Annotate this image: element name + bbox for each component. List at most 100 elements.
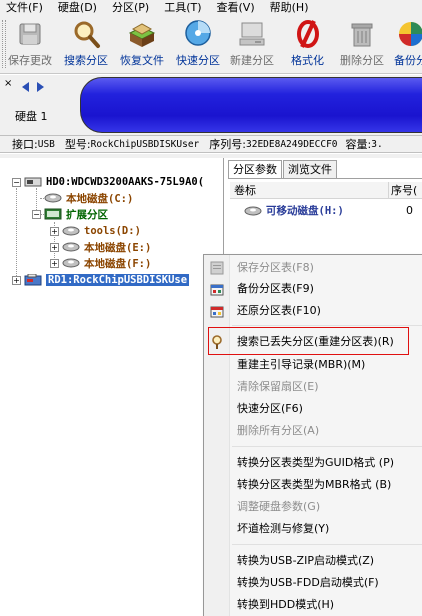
- quick-partition-button[interactable]: 快速分区: [176, 19, 220, 71]
- menu-tools[interactable]: 工具(T): [158, 0, 210, 16]
- menu-view[interactable]: 查看(V): [211, 0, 264, 16]
- disk-partition-bar[interactable]: [80, 77, 422, 133]
- column-volume-label[interactable]: 卷标: [234, 182, 256, 199]
- new-partition-label: 新建分区: [230, 54, 274, 67]
- menu-item-delete-all-partitions[interactable]: 删除所有分区(A): [204, 420, 422, 442]
- menu-item-hdd-mode[interactable]: 转换到HDD模式(H): [204, 594, 422, 616]
- save-icon: [15, 19, 45, 49]
- format-icon: [293, 19, 323, 49]
- menu-item-label: 转换到HDD模式(H): [237, 598, 335, 611]
- tab-partition-params[interactable]: 分区参数: [228, 160, 282, 178]
- tree-item-hd0[interactable]: HD0:WDCWD3200AAKS-75L9A0(: [24, 174, 204, 190]
- menu-item-label: 转换为USB-ZIP启动模式(Z): [237, 554, 375, 567]
- disk-strip: × 硬盘 1: [0, 75, 422, 135]
- save-table-icon: [210, 261, 224, 275]
- menu-disk[interactable]: 硬盘(D): [52, 0, 106, 16]
- context-menu: 保存分区表(F8) 备份分区表(F9) 还原分区表(F10) 搜索已丢失分区(重…: [203, 254, 422, 616]
- menu-item-label: 删除所有分区(A): [237, 424, 320, 437]
- tree-expander[interactable]: +: [50, 227, 59, 236]
- menu-item-label: 转换分区表类型为GUID格式 (P): [237, 456, 395, 469]
- tree-expander[interactable]: +: [50, 243, 59, 252]
- menu-item-label: 清除保留扇区(E): [237, 380, 319, 393]
- backup-button[interactable]: 备份分: [394, 19, 422, 71]
- menu-item-label: 还原分区表(F10): [237, 304, 321, 317]
- menu-item-label: 坏道检测与修复(Y): [237, 522, 330, 535]
- partition-icon: [62, 258, 80, 268]
- menu-partition[interactable]: 分区(P): [106, 0, 158, 16]
- quick-partition-icon: [183, 19, 213, 49]
- tab-divider: [228, 178, 422, 179]
- save-changes-button[interactable]: 保存更改: [8, 19, 52, 71]
- tree-label-local-f: 本地磁盘(F:): [84, 257, 152, 270]
- menu-item-label: 快速分区(F6): [237, 402, 303, 415]
- menu-item-label: 备份分区表(F9): [237, 282, 314, 295]
- new-partition-icon: [237, 19, 267, 49]
- recover-files-button[interactable]: 恢复文件: [120, 19, 164, 71]
- partition-icon: [62, 226, 80, 236]
- tree-item-rd1[interactable]: RD1:RockChipUSBDISKUse: [24, 272, 190, 288]
- partition-seq: 0: [406, 204, 413, 217]
- menu-item-usb-fdd-mode[interactable]: 转换为USB-FDD启动模式(F): [204, 572, 422, 594]
- new-partition-button[interactable]: 新建分区: [230, 19, 274, 71]
- menu-item-convert-guid[interactable]: 转换分区表类型为GUID格式 (P): [204, 452, 422, 474]
- disk-tree-pane: − HD0:WDCWD3200AAKS-75L9A0( 本地磁盘(C:) − 扩…: [0, 158, 224, 616]
- column-sequence[interactable]: 序号(: [388, 182, 417, 199]
- menu-item-label: 调整硬盘参数(G): [237, 500, 321, 513]
- tree-item-local-f[interactable]: 本地磁盘(F:): [62, 255, 151, 271]
- menu-item-backup-partition-table[interactable]: 备份分区表(F9): [204, 278, 422, 300]
- tree-item-local-e[interactable]: 本地磁盘(E:): [62, 239, 151, 255]
- partition-icon: [244, 206, 262, 216]
- disk-nav-arrows: [22, 82, 44, 92]
- tree-expander[interactable]: −: [12, 178, 21, 187]
- menu-item-save-partition-table[interactable]: 保存分区表(F8): [204, 257, 422, 279]
- capacity-label: 容量:: [345, 138, 372, 151]
- arrow-left-icon[interactable]: [22, 82, 30, 92]
- format-label: 格式化: [291, 54, 324, 67]
- toolbar-grip: [2, 20, 6, 68]
- tree-label-hd0: HD0:WDCWD3200AAKS-75L9A0(: [46, 176, 205, 188]
- tree-item-extended[interactable]: 扩展分区: [44, 206, 108, 222]
- tree-label-tools-d: tools(D:): [84, 225, 141, 237]
- menu-item-rebuild-mbr[interactable]: 重建主引导记录(MBR)(M): [204, 354, 422, 376]
- serial-value: 32EDE8A249DECCF0: [246, 138, 338, 150]
- disk-info-line: 接口: USB 型号: RockChipUSBDISKUser 序列号: 32E…: [0, 135, 422, 153]
- menu-item-clear-reserved-sectors[interactable]: 清除保留扇区(E): [204, 376, 422, 398]
- menu-help[interactable]: 帮助(H): [264, 0, 318, 16]
- search-partition-label: 搜索分区: [64, 54, 108, 67]
- menu-item-label: 重建主引导记录(MBR)(M): [237, 358, 366, 371]
- menu-item-convert-mbr[interactable]: 转换分区表类型为MBR格式 (B): [204, 474, 422, 496]
- menu-separator: [232, 544, 422, 545]
- menu-separator: [232, 446, 422, 447]
- save-changes-label: 保存更改: [8, 54, 52, 67]
- menu-file[interactable]: 文件(F): [0, 0, 52, 16]
- extended-partition-icon: [44, 208, 62, 220]
- menu-item-usb-zip-mode[interactable]: 转换为USB-ZIP启动模式(Z): [204, 550, 422, 572]
- format-button[interactable]: 格式化: [291, 19, 324, 71]
- delete-partition-button[interactable]: 删除分区: [340, 19, 384, 71]
- model-value: RockChipUSBDISKUser: [90, 138, 200, 150]
- recover-files-icon: [127, 19, 157, 49]
- table-row[interactable]: 可移动磁盘(H:) 0: [230, 202, 422, 220]
- tree-item-tools-d[interactable]: tools(D:): [62, 223, 141, 239]
- partition-table-header: 卷标 序号(: [230, 182, 422, 199]
- tree-expander[interactable]: −: [32, 210, 41, 219]
- tree-expander[interactable]: +: [12, 276, 21, 285]
- tree-label-local-e: 本地磁盘(E:): [84, 241, 152, 254]
- restore-table-icon: [210, 306, 224, 318]
- search-partition-button[interactable]: 搜索分区: [64, 19, 108, 71]
- interface-label: 接口:: [12, 138, 38, 151]
- tree-expander[interactable]: +: [50, 259, 59, 268]
- menu-item-adjust-disk-params[interactable]: 调整硬盘参数(G): [204, 496, 422, 518]
- menu-item-bad-sector-check[interactable]: 坏道检测与修复(Y): [204, 518, 422, 540]
- capacity-value: 3.: [371, 138, 383, 150]
- arrow-right-icon[interactable]: [36, 82, 44, 92]
- menu-item-restore-partition-table[interactable]: 还原分区表(F10): [204, 300, 422, 322]
- tab-browse-files[interactable]: 浏览文件: [283, 160, 337, 178]
- tree-item-local-c[interactable]: 本地磁盘(C:): [44, 190, 133, 206]
- close-icon[interactable]: ×: [4, 79, 12, 89]
- interface-value: USB: [37, 138, 55, 150]
- partition-name: 可移动磁盘(H:): [266, 205, 344, 217]
- hard-disk-icon: [24, 177, 42, 187]
- tree-label-rd1: RD1:RockChipUSBDISKUse: [46, 274, 190, 286]
- menu-item-quick-partition[interactable]: 快速分区(F6): [204, 398, 422, 420]
